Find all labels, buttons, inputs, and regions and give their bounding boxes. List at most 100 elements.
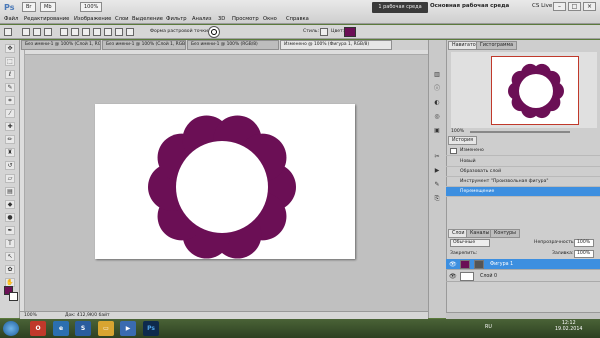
layer-row-selected[interactable]: 👁 Фигура 1: [446, 259, 600, 270]
photoshop-task-icon[interactable]: Ps: [143, 321, 159, 336]
line-icon[interactable]: [115, 28, 123, 36]
maximize-button[interactable]: □: [568, 2, 581, 11]
gradient-tool-icon[interactable]: ▤: [5, 187, 15, 196]
media-icon[interactable]: ▶: [120, 321, 136, 336]
path-select-icon[interactable]: ↖: [5, 252, 15, 261]
healing-brush-icon[interactable]: ✚: [5, 122, 15, 131]
tab-histogram[interactable]: Гистограмма: [476, 41, 518, 50]
histogram-icon[interactable]: ▥: [432, 70, 442, 79]
fill-input[interactable]: 100%: [574, 250, 594, 258]
menu-view[interactable]: Просмотр: [232, 16, 259, 22]
history-item-selected[interactable]: Перемещение: [446, 187, 600, 197]
photoshop-logo: Ps: [4, 3, 15, 12]
clone-source-icon[interactable]: ⎘: [432, 194, 442, 203]
color-swatch[interactable]: [344, 27, 356, 37]
cs-live-button[interactable]: CS Live: [532, 3, 552, 9]
styles-icon[interactable]: ▣: [432, 126, 442, 135]
lasso-tool-icon[interactable]: ℓ: [5, 70, 15, 79]
options-bar: [0, 25, 600, 39]
browser-icon[interactable]: e: [53, 321, 69, 336]
move-tool-icon[interactable]: ✥: [5, 44, 15, 53]
navigator-zoom[interactable]: 100%: [451, 129, 464, 134]
polygon-icon[interactable]: [104, 28, 112, 36]
history-item[interactable]: Инструмент "Произвольная фигура": [446, 177, 600, 187]
tab-document-3[interactable]: Без имени-1 @ 100% (RGB/8): [187, 40, 279, 50]
workspace-button[interactable]: 1 рабочая среда: [372, 2, 428, 13]
eyedropper-icon[interactable]: ⁄: [5, 109, 15, 118]
pen-tool-icon[interactable]: ✒: [5, 226, 15, 235]
brush-presets-icon[interactable]: ✎: [432, 180, 442, 189]
tool-preset-icon[interactable]: [4, 28, 12, 36]
menu-edit[interactable]: Редактирование: [24, 16, 69, 22]
layer-row[interactable]: 👁 Слой 0: [446, 271, 600, 282]
history-brush-icon[interactable]: ↺: [5, 161, 15, 170]
masks-icon[interactable]: ◎: [432, 112, 442, 121]
menu-select[interactable]: Выделение: [132, 16, 163, 22]
type-tool-icon[interactable]: T: [5, 239, 15, 248]
navigator-thumbnail[interactable]: [491, 56, 579, 125]
eraser-tool-icon[interactable]: ▱: [5, 174, 15, 183]
folder-icon[interactable]: ▭: [98, 321, 114, 336]
menu-layers[interactable]: Слои: [115, 16, 128, 22]
rounded-rect-icon[interactable]: [82, 28, 90, 36]
crop-tool-icon[interactable]: ⌗: [5, 96, 15, 105]
quick-select-icon[interactable]: ✎: [5, 83, 15, 92]
paths-icon[interactable]: [33, 28, 41, 36]
close-button[interactable]: ×: [583, 2, 596, 11]
start-button-icon[interactable]: [3, 321, 19, 336]
styles-label: Стиль:: [303, 29, 320, 34]
minibridge-button[interactable]: Mb: [40, 2, 56, 12]
dodge-tool-icon[interactable]: ●: [5, 213, 15, 222]
clone-stamp-icon[interactable]: ♜: [5, 148, 15, 157]
actions-icon[interactable]: ▶: [432, 166, 442, 175]
visibility-eye-icon[interactable]: 👁: [449, 271, 457, 282]
menu-filter[interactable]: Фильтр: [166, 16, 187, 22]
tab-history[interactable]: История: [448, 136, 478, 145]
background-color[interactable]: [9, 292, 18, 301]
bridge-button[interactable]: Br: [22, 2, 36, 12]
style-picker[interactable]: [320, 28, 328, 36]
menu-analysis[interactable]: Анализ: [192, 16, 212, 22]
skype-icon[interactable]: S: [75, 321, 91, 336]
tab-document-active[interactable]: Изменено @ 100% (Фигура 1, RGB/8): [280, 40, 392, 50]
workspace-label[interactable]: Основная рабочая среда: [430, 3, 509, 9]
shape-preview[interactable]: [208, 26, 220, 38]
custom-shape-icon[interactable]: [126, 28, 134, 36]
shape-layers-icon[interactable]: [22, 28, 30, 36]
brush-tool-icon[interactable]: ✏: [5, 135, 15, 144]
history-snapshot[interactable]: Изменено: [446, 146, 600, 156]
tab-document-1[interactable]: Без имени-1 @ 100% (Слой 1, RGB/8): [21, 40, 101, 50]
zoom-select[interactable]: 100%: [80, 2, 103, 12]
blend-mode-select[interactable]: Обычные: [450, 239, 490, 247]
history-item[interactable]: Новый: [446, 157, 600, 167]
blur-tool-icon[interactable]: ◆: [5, 200, 15, 209]
visibility-eye-icon[interactable]: 👁: [449, 259, 457, 270]
tab-paths[interactable]: Контуры: [490, 229, 520, 238]
history-item[interactable]: Образовать слой: [446, 167, 600, 177]
menu-window[interactable]: Окно: [263, 16, 277, 22]
opacity-input[interactable]: 100%: [574, 239, 594, 247]
status-zoom[interactable]: 100%: [24, 312, 37, 319]
document-canvas[interactable]: [95, 104, 355, 259]
tab-document-2[interactable]: Без имени-1 @ 100% (Слой 1, RGB/8): [102, 40, 186, 50]
fill-pixels-icon[interactable]: [44, 28, 52, 36]
menu-3d[interactable]: 3D: [218, 16, 225, 22]
adjustments-icon[interactable]: ◐: [432, 98, 442, 107]
minimize-button[interactable]: –: [553, 2, 566, 11]
flower-shape[interactable]: [95, 104, 355, 259]
layers-footer: [446, 312, 600, 319]
rectangle-shape-icon[interactable]: [71, 28, 79, 36]
menu-file[interactable]: Файл: [4, 16, 18, 22]
info-icon[interactable]: ⓘ: [432, 84, 442, 93]
pen-icon[interactable]: [60, 28, 68, 36]
ellipse-icon[interactable]: [93, 28, 101, 36]
opera-icon[interactable]: O: [30, 321, 46, 336]
marquee-tool-icon[interactable]: ⬚: [5, 57, 15, 66]
navigator-zoom-slider[interactable]: [470, 131, 570, 133]
custom-shape-tool-icon[interactable]: ✿: [5, 265, 15, 274]
menu-help[interactable]: Справка: [286, 16, 309, 22]
tool-presets-icon[interactable]: ✂: [432, 152, 442, 161]
clock[interactable]: 12:12 19.02.2014: [555, 321, 582, 333]
language-indicator[interactable]: RU: [485, 325, 492, 330]
menu-image[interactable]: Изображение: [74, 16, 111, 22]
